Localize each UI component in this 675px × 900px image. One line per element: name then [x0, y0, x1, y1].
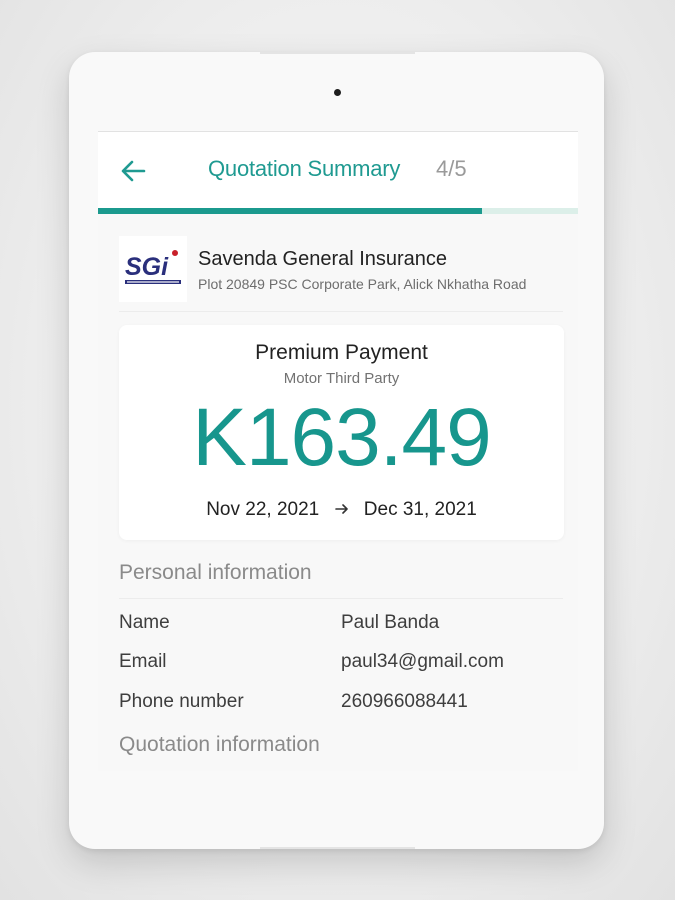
quotation-info-heading: Quotation information: [119, 733, 320, 756]
device-top-edge: [260, 52, 415, 54]
cover-period: Nov 22, 2021 Dec 31, 2021: [119, 499, 564, 521]
tablet-device: Quotation Summary 4/5 SGi Savenda Genera…: [69, 52, 604, 849]
info-value: 260966088441: [341, 691, 468, 712]
step-indicator: 4/5: [436, 156, 467, 181]
device-bottom-edge: [260, 847, 415, 849]
page-title: Quotation Summary: [208, 156, 401, 181]
arrow-left-icon: [121, 160, 146, 182]
back-button[interactable]: [116, 154, 150, 188]
info-label: Name: [119, 612, 170, 633]
premium-cover-type: Motor Third Party: [283, 370, 400, 387]
cover-start-date: Nov 22, 2021: [206, 499, 320, 520]
section-divider: [119, 598, 563, 599]
app-bar: Quotation Summary 4/5: [98, 132, 578, 208]
info-value: paul34@gmail.com: [341, 651, 504, 672]
info-row-phone: Phone number 260966088441: [119, 691, 563, 717]
insurer-name: Savenda General Insurance: [198, 248, 448, 270]
premium-card: Premium Payment Motor Third Party K163.4…: [119, 325, 564, 540]
svg-text:SGi: SGi: [125, 253, 169, 281]
premium-title: Premium Payment: [255, 341, 428, 364]
progress-bar-fill: [98, 208, 482, 214]
insurer-logo: SGi: [119, 236, 187, 302]
insurer-header: SGi Savenda General Insurance Plot 20849…: [119, 236, 563, 312]
arrow-right-icon: [334, 502, 349, 520]
camera-icon: [334, 89, 341, 96]
info-row-email: Email paul34@gmail.com: [119, 651, 563, 677]
app-screen: Quotation Summary 4/5 SGi Savenda Genera…: [98, 131, 578, 771]
personal-info-heading: Personal information: [119, 561, 312, 584]
info-value: Paul Banda: [341, 612, 440, 633]
info-label: Email: [119, 651, 167, 672]
insurer-address: Plot 20849 PSC Corporate Park, Alick Nkh…: [198, 276, 527, 292]
cover-end-date: Dec 31, 2021: [363, 499, 477, 520]
premium-amount: K163.49: [192, 392, 492, 483]
info-row-name: Name Paul Banda: [119, 612, 563, 638]
info-label: Phone number: [119, 691, 244, 712]
progress-bar: [98, 208, 578, 214]
